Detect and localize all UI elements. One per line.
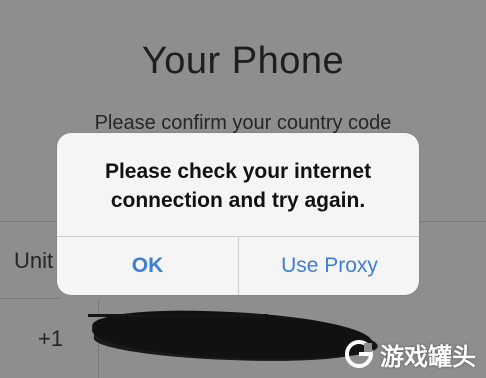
page-title: Your Phone xyxy=(141,40,345,82)
alert-message-line1: Please check your internet xyxy=(104,160,372,183)
g-logo-icon xyxy=(345,340,373,368)
alert-message: Please check your internet connection an… xyxy=(57,157,419,215)
watermark: 游戏罐头 xyxy=(344,336,476,372)
use-proxy-button[interactable]: Use Proxy xyxy=(239,237,419,295)
alert-dialog: Please check your internet connection an… xyxy=(57,133,419,295)
watermark-text: 游戏罐头 xyxy=(380,342,476,371)
ok-button[interactable]: OK xyxy=(57,237,238,295)
redaction-stroke xyxy=(88,314,268,317)
page-subtitle: Please confirm your country code xyxy=(94,112,392,134)
country-code-field[interactable]: +1 xyxy=(38,326,63,352)
country-name: Unit xyxy=(14,248,54,273)
divider xyxy=(0,298,60,299)
field-separator xyxy=(98,300,99,378)
alert-message-line2: connection and try again. xyxy=(110,189,366,212)
